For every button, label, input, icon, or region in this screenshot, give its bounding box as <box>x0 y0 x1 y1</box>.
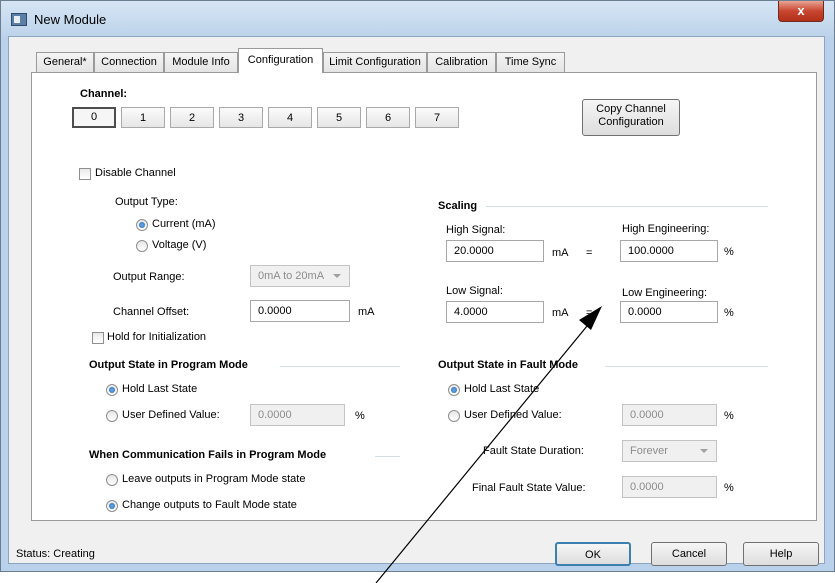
annotation-arrow <box>375 306 602 583</box>
tab-configuration[interactable]: Configuration <box>238 48 323 73</box>
